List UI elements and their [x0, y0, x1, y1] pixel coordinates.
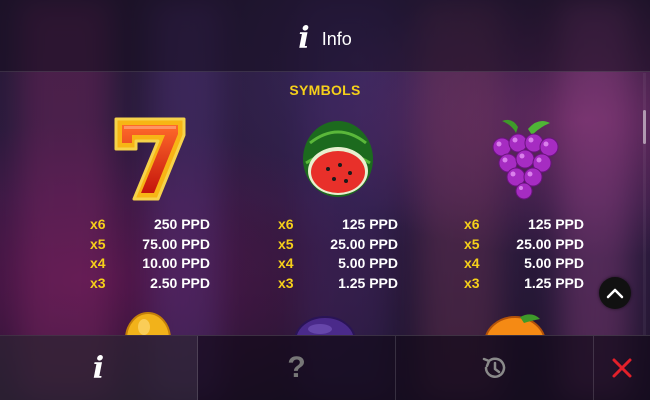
pay-row: x3 1.25 PPD	[278, 274, 398, 291]
pay-row: x4 5.00 PPD	[278, 255, 398, 271]
pay-row: x6 125 PPD	[464, 216, 584, 232]
seven-icon	[114, 117, 186, 201]
lemon-icon	[125, 312, 171, 335]
grapes-icon	[492, 119, 559, 200]
scrollbar-thumb[interactable]	[643, 110, 646, 144]
tab-info[interactable]: i	[0, 336, 198, 400]
history-icon	[482, 357, 505, 378]
info-icon: i	[298, 21, 310, 56]
close-button[interactable]	[594, 336, 650, 400]
header-bar: i Info	[0, 0, 650, 72]
symbol-card-seven: x6 250 PPD x5 75.00 PPD x4 10.00 PPD x3 2.50…	[90, 113, 210, 293]
scroll-top-button[interactable]	[599, 277, 631, 309]
orange-icon	[485, 314, 545, 335]
section-title: SYMBOLS	[289, 82, 361, 98]
pay-row: x4 10.00 PPD	[90, 255, 210, 271]
bottom-tab-bar: i ?	[0, 335, 650, 400]
close-icon	[612, 358, 632, 378]
pay-row: x4 5.00 PPD	[464, 255, 584, 271]
plum-icon	[294, 316, 356, 335]
pay-row: x6 125 PPD	[278, 216, 398, 232]
page-title: Info	[321, 28, 352, 49]
paytable-watermelon: x6 125 PPD x5 25.00 PPD x4 5.00 PPD x3 1.25 …	[278, 215, 398, 293]
pay-row: x6 250 PPD	[90, 216, 210, 232]
pay-row: x5 25.00 PPD	[464, 235, 584, 252]
tab-help[interactable]: ?	[198, 336, 396, 400]
pay-row: x5 25.00 PPD	[278, 235, 398, 252]
symbol-card-grapes: x6 125 PPD x5 25.00 PPD x4 5.00 PPD x3 1.25 …	[464, 113, 584, 293]
pay-row: x3 2.50 PPD	[90, 274, 210, 291]
info-content[interactable]: SYMBOLS x6 250 PPD x5 75.00 PPD x4 10.00 PP…	[0, 73, 650, 335]
info-icon: i	[92, 350, 105, 386]
tab-history[interactable]	[396, 336, 594, 400]
paytable-seven: x6 250 PPD x5 75.00 PPD x4 10.00 PPD x3 2.50…	[90, 215, 210, 293]
symbol-card-watermelon: x6 125 PPD x5 25.00 PPD x4 5.00 PPD x3 1.25 …	[278, 113, 398, 293]
paytable-grapes: x6 125 PPD x5 25.00 PPD x4 5.00 PPD x3 1.25 …	[464, 215, 584, 293]
pay-row: x3 1.25 PPD	[464, 274, 584, 291]
pay-row: x5 75.00 PPD	[90, 235, 210, 252]
question-icon: ?	[287, 351, 306, 384]
chevron-up-icon	[606, 288, 624, 299]
watermelon-icon	[303, 121, 373, 197]
